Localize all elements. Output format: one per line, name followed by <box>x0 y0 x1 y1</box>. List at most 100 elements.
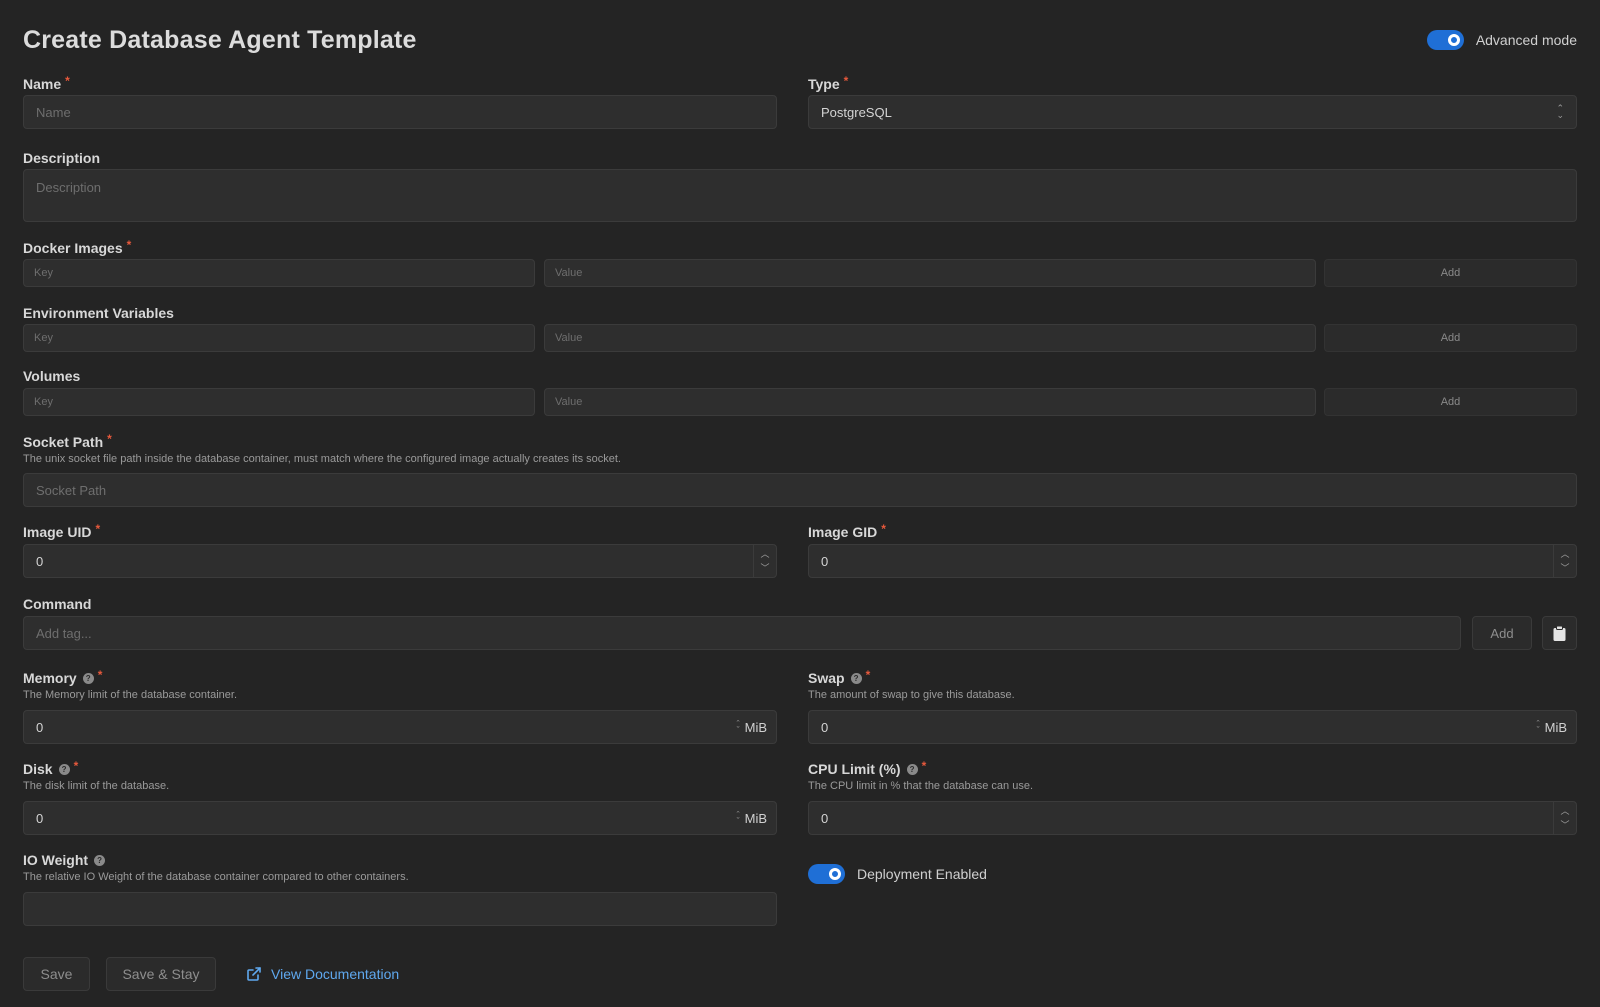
image-uid-input[interactable]: 0 ︿ ﹀ <box>23 544 777 578</box>
swap-input[interactable]: 0 ˆ ˇ MiB <box>808 710 1577 744</box>
type-label: Type * <box>808 74 1577 92</box>
command-placeholder: Add tag... <box>36 625 92 641</box>
advanced-mode-control: Advanced mode <box>1426 30 1577 50</box>
socket-path-label-text: Socket Path <box>23 434 104 450</box>
help-icon[interactable]: ? <box>906 763 918 775</box>
command-add-button[interactable]: Add <box>1472 616 1532 650</box>
docker-images-add-button[interactable]: Add <box>1324 259 1577 287</box>
type-field: Type * PostgreSQL ⌃ ⌄ <box>808 74 1577 129</box>
disk-label-text: Disk <box>23 761 53 777</box>
volumes-field: Volumes Key Value Add <box>23 368 1577 416</box>
volumes-add-button[interactable]: Add <box>1324 388 1577 416</box>
command-tag-input[interactable]: Add tag... <box>23 616 1461 650</box>
page-title: Create Database Agent Template <box>23 26 417 54</box>
name-input[interactable]: Name <box>23 95 777 129</box>
disk-value: 0 <box>36 810 44 826</box>
chevron-up-icon[interactable]: ︿ <box>760 550 769 559</box>
type-label-text: Type <box>808 76 840 92</box>
io-weight-input[interactable] <box>23 892 777 926</box>
type-selected-value: PostgreSQL <box>821 104 892 120</box>
environment-variables-row: Key Value Add <box>23 324 1577 352</box>
volumes-value-input[interactable]: Value <box>544 388 1316 416</box>
cpu-limit-input[interactable]: 0 ︿ ﹀ <box>808 801 1577 835</box>
help-icon[interactable]: ? <box>850 672 862 684</box>
docker-images-key-input[interactable]: Key <box>23 259 535 287</box>
docker-images-field: Docker Images * Key Value Add <box>23 238 1577 287</box>
disk-unit: ˆ ˇ MiB <box>737 802 767 834</box>
required-marker: * <box>881 522 886 536</box>
environment-variables-add-button[interactable]: Add <box>1324 324 1577 352</box>
swap-description: The amount of swap to give this database… <box>808 689 1015 701</box>
image-uid-stepper[interactable]: ︿ ﹀ <box>753 545 776 577</box>
socket-path-input[interactable]: Socket Path <box>23 473 1577 507</box>
advanced-mode-label: Advanced mode <box>1475 32 1577 48</box>
memory-unit-text: MiB <box>744 719 767 735</box>
external-link-icon <box>247 967 261 981</box>
chevron-down-icon[interactable]: ﹀ <box>1560 564 1569 573</box>
advanced-mode-toggle[interactable] <box>1426 30 1464 50</box>
chevron-updown-icon[interactable]: ˆˇ <box>737 811 740 826</box>
view-documentation-label: View Documentation <box>271 966 400 982</box>
required-marker: * <box>73 759 79 773</box>
required-marker: * <box>95 522 101 536</box>
required-marker: * <box>843 74 849 88</box>
io-weight-field: IO Weight? The relative IO Weight of the… <box>23 852 777 926</box>
chevron-updown-icon: ⌃ ⌄ <box>1556 103 1564 120</box>
deployment-enabled-toggle[interactable] <box>808 864 845 884</box>
socket-path-field: Socket Path * The unix socket file path i… <box>23 432 1577 507</box>
memory-label-text: Memory <box>23 670 77 686</box>
help-icon[interactable]: ? <box>82 672 94 684</box>
environment-variables-label: Environment Variables <box>23 305 174 321</box>
socket-path-description: The unix socket file path inside the dat… <box>23 453 621 465</box>
swap-unit-text: MiB <box>1544 719 1567 735</box>
image-uid-label-text: Image UID <box>23 524 92 540</box>
socket-path-placeholder: Socket Path <box>36 482 107 498</box>
image-gid-label: Image GID * <box>808 522 1577 540</box>
description-placeholder: Description <box>36 180 102 195</box>
docker-images-label: Docker Images * <box>23 238 1577 256</box>
environment-variables-key-input[interactable]: Key <box>23 324 535 352</box>
name-label-text: Name <box>23 76 62 92</box>
memory-unit: ˆ ˇ MiB <box>737 711 767 743</box>
volumes-row: Key Value Add <box>23 388 1577 416</box>
save-stay-button[interactable]: Save & Stay <box>106 957 216 991</box>
key-placeholder: Key <box>34 396 53 408</box>
type-select[interactable]: PostgreSQL ⌃ ⌄ <box>808 95 1577 129</box>
image-uid-field: Image UID * 0 ︿ ﹀ <box>23 522 777 578</box>
volumes-key-input[interactable]: Key <box>23 388 535 416</box>
image-gid-stepper[interactable]: ︿ ﹀ <box>1553 545 1576 577</box>
chevron-updown-icon[interactable]: ˆˇ <box>1537 720 1540 735</box>
view-documentation-link[interactable]: View Documentation <box>247 966 399 982</box>
environment-variables-value-input[interactable]: Value <box>544 324 1316 352</box>
clipboard-button[interactable] <box>1542 616 1577 650</box>
value-placeholder: Value <box>555 332 583 344</box>
memory-label: Memory? * <box>23 668 777 686</box>
chevron-updown-icon[interactable]: ˆˇ <box>737 720 740 735</box>
help-icon[interactable]: ? <box>58 763 70 775</box>
image-gid-input[interactable]: 0 ︿ ﹀ <box>808 544 1577 578</box>
disk-label: Disk? * <box>23 759 777 777</box>
chevron-down-icon[interactable]: ﹀ <box>1560 821 1569 830</box>
help-icon[interactable]: ? <box>94 854 106 866</box>
memory-field: Memory? * The Memory limit of the databas… <box>23 668 777 744</box>
environment-variables-field: Environment Variables Key Value Add <box>23 305 1577 352</box>
disk-input[interactable]: 0 ˆ ˇ MiB <box>23 801 777 835</box>
socket-path-label: Socket Path * <box>23 432 1577 450</box>
image-uid-value: 0 <box>36 553 44 569</box>
cpu-limit-value: 0 <box>821 810 829 826</box>
required-marker: * <box>921 759 927 773</box>
toggle-knob <box>1447 34 1460 46</box>
chevron-up-icon[interactable]: ︿ <box>1560 550 1569 559</box>
disk-unit-text: MiB <box>744 810 767 826</box>
memory-description: The Memory limit of the database contain… <box>23 689 237 701</box>
chevron-up-icon[interactable]: ︿ <box>1560 807 1569 816</box>
description-textarea[interactable]: Description <box>23 169 1577 222</box>
save-button[interactable]: Save <box>23 957 90 991</box>
io-weight-description: The relative IO Weight of the database c… <box>23 871 409 883</box>
cpu-limit-stepper[interactable]: ︿ ﹀ <box>1553 802 1576 834</box>
memory-input[interactable]: 0 ˆ ˇ MiB <box>23 710 777 744</box>
docker-images-value-input[interactable]: Value <box>544 259 1316 287</box>
chevron-down-icon[interactable]: ﹀ <box>760 564 769 573</box>
disk-field: Disk? * The disk limit of the database. 0… <box>23 759 777 835</box>
command-label: Command <box>23 596 92 612</box>
